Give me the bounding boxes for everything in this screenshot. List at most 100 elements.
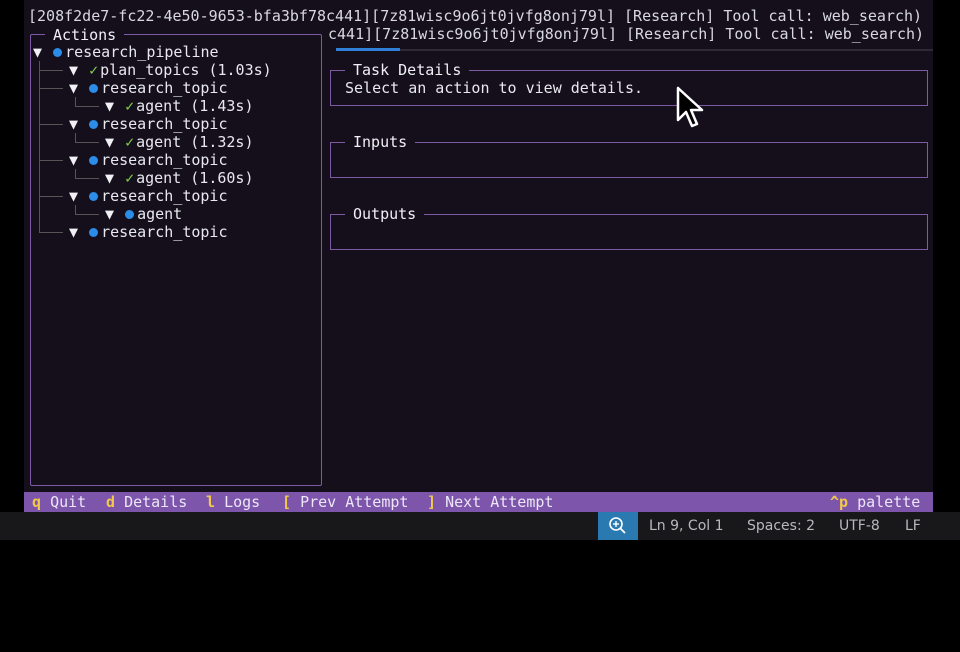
indentation-setting[interactable]: Spaces: 2 [747,517,815,535]
checkmark-icon: ✓ [89,61,99,79]
actions-panel: Actions ▼ research_pipeline ▼ ✓ plan_topic… [30,26,322,486]
cursor-position[interactable]: Ln 9, Col 1 [649,517,724,535]
tree-node[interactable]: ▼ ✓ plan_topics (1.03s) [69,61,272,79]
keybind-quit[interactable]: q Quit [32,492,86,512]
key: l [206,493,216,511]
keybind-label: Quit [50,493,87,511]
keybind-palette[interactable]: ^p palette [830,492,920,512]
expand-triangle-icon[interactable]: ▼ [69,151,87,169]
zoom-button[interactable] [598,512,638,540]
tree-node[interactable]: ▼ ✓ agent (1.32s) [105,133,254,151]
tree-node-label: research_topic [101,115,228,133]
tree-guide [39,124,63,125]
tree-node-label: research_pipeline [65,43,219,61]
expand-triangle-icon[interactable]: ▼ [105,205,123,223]
tree-guide [75,205,76,214]
running-dot-icon [89,156,99,165]
keybind-label: Details [124,493,188,511]
tree-node-label: agent [137,205,183,223]
inputs-box: Inputs [330,133,928,178]
expand-triangle-icon[interactable]: ▼ [69,79,87,97]
tree-guide [75,133,76,142]
tree-node[interactable]: ▼ ✓ agent (1.43s) [105,97,254,115]
key: q [32,493,42,511]
encoding-setting[interactable]: UTF-8 [839,517,880,535]
keybind-label: Logs [224,493,261,511]
running-dot-icon [89,228,99,237]
keybind-logs[interactable]: l Logs [206,492,260,512]
mouse-pointer-icon [676,86,704,128]
tree-node-label: research_topic [101,187,228,205]
expand-triangle-icon[interactable]: ▼ [33,43,51,61]
tree-guide [75,169,76,178]
running-dot-icon [53,48,63,57]
active-tab-indicator[interactable] [336,48,400,51]
running-dot-icon [89,192,99,201]
keybind-label: palette [857,493,921,511]
checkmark-icon: ✓ [125,133,135,151]
tree-node-label: agent (1.43s) [136,97,254,115]
expand-triangle-icon[interactable]: ▼ [105,97,123,115]
tree-node[interactable]: ▼ research_topic [69,79,228,97]
key: d [106,493,116,511]
tree-guide [75,106,99,107]
tree-guide [75,97,76,106]
tree-guide [39,88,63,89]
running-dot-icon [89,84,99,93]
tab-underline [336,49,933,51]
tree-node-label: agent (1.60s) [136,169,254,187]
expand-triangle-icon[interactable]: ▼ [69,223,87,241]
keybind-details[interactable]: d Details [106,492,187,512]
tree-node-label: agent (1.32s) [136,133,254,151]
running-dot-icon [125,210,135,219]
terminal-window: [208f2de7-fc22-4e50-9653-bfa3bf78c441][7… [24,0,933,512]
tree-guide [75,142,99,143]
outputs-box: Outputs [330,205,928,250]
tree-guide [75,214,99,215]
expand-triangle-icon[interactable]: ▼ [69,61,87,79]
keybind-next-attempt[interactable]: ] Next Attempt [427,492,553,512]
expand-triangle-icon[interactable]: ▼ [105,133,123,151]
tree-guide [39,196,63,197]
keybind-prev-attempt[interactable]: [ Prev Attempt [282,492,408,512]
key: [ [282,493,292,511]
tree-guide [39,160,63,161]
checkmark-icon: ✓ [125,97,135,115]
tree-guide [39,232,63,233]
key: ] [427,493,437,511]
zoom-in-icon [609,517,626,534]
tree-node[interactable]: ▼ research_topic [69,115,228,133]
tree-node-label: plan_topics (1.03s) [100,61,272,79]
task-details-box: Task Details Select an action to view de… [330,61,928,106]
running-dot-icon [89,120,99,129]
tree-guide [75,178,99,179]
line-ending-setting[interactable]: LF [905,517,921,535]
tree-node-label: research_topic [101,223,228,241]
tree-node-label: research_topic [101,151,228,169]
expand-triangle-icon[interactable]: ▼ [69,115,87,133]
inputs-title: Inputs [345,133,416,151]
tree-guide [39,70,63,71]
keybinding-bar: q Quit d Details l Logs [ Prev Attempt ]… [24,492,933,512]
log-line: c441][7z81wisc9o6jt0jvfg8onj79l] [Resear… [328,25,925,43]
task-details-body: Select an action to view details. [345,79,644,97]
status-bar: Ln 9, Col 1 Spaces: 2 UTF-8 LF [0,512,960,540]
checkmark-icon: ✓ [125,169,135,187]
tree-node[interactable]: ▼ research_topic [69,223,228,241]
expand-triangle-icon[interactable]: ▼ [105,169,123,187]
tree-node[interactable]: ▼ ✓ agent (1.60s) [105,169,254,187]
key: ^p [830,493,849,511]
tree-node[interactable]: ▼ agent [105,205,182,223]
expand-triangle-icon[interactable]: ▼ [69,187,87,205]
tree-node[interactable]: ▼ research_topic [69,187,228,205]
keybind-label: Next Attempt [445,493,554,511]
tree-node[interactable]: ▼ research_topic [69,151,228,169]
keybind-label: Prev Attempt [300,493,409,511]
outputs-title: Outputs [345,205,425,223]
log-line: [208f2de7-fc22-4e50-9653-bfa3bf78c441][7… [28,7,923,25]
task-details-title: Task Details [345,61,470,79]
tree-guide [39,61,40,232]
tree-node[interactable]: ▼ research_pipeline [33,43,219,61]
tree-node-label: research_topic [101,79,228,97]
actions-panel-title: Actions [45,26,125,44]
